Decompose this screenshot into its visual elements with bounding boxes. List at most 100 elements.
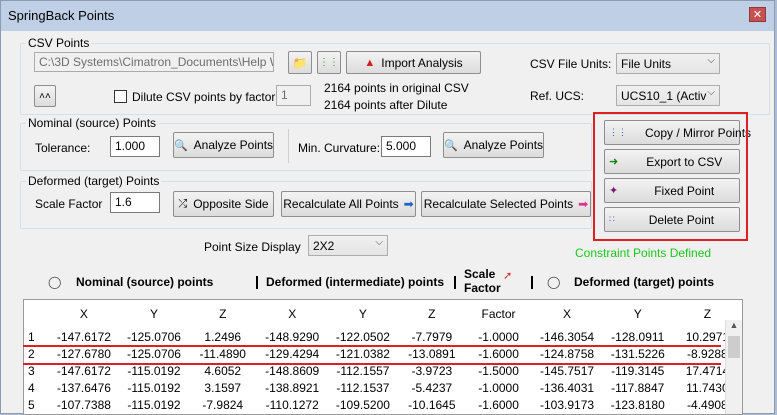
table-row[interactable]: 5 -107.7388 -115.0192 -7.9824 -110.1272 -109.…	[24, 396, 742, 413]
table-cell[interactable]: -11.4890	[189, 345, 257, 362]
table-cell[interactable]: 4	[24, 379, 49, 396]
tolerance-field[interactable]: 1.000	[110, 136, 160, 157]
column-header[interactable]: Y	[119, 300, 189, 328]
table-cell[interactable]: -117.8847	[603, 379, 673, 396]
table-cell[interactable]: -128.0911	[603, 328, 673, 345]
intermediate-section-header: Deformed (intermediate) points	[266, 275, 445, 289]
recalculate-selected-label: Recalculate Selected Points	[423, 197, 574, 211]
table-cell[interactable]: -10.1645	[398, 396, 466, 413]
table-cell[interactable]: -121.0382	[328, 345, 398, 362]
table-cell[interactable]: 3.1597	[189, 379, 257, 396]
point-size-select[interactable]: 2X2 ⌵	[308, 235, 388, 256]
springback-dialog: SpringBack Points ✕ CSV Points C:\3D Sys…	[0, 0, 775, 415]
table-cell[interactable]: -1.6000	[466, 345, 532, 362]
table-cell[interactable]: -122.0502	[328, 328, 398, 345]
column-header[interactable]: Z	[189, 300, 257, 328]
table-cell[interactable]: -136.4031	[531, 379, 602, 396]
window-title: SpringBack Points	[8, 8, 115, 23]
vertical-scrollbar[interactable]: ▲	[725, 320, 742, 414]
ref-ucs-select[interactable]: UCS10_1 (Activ ⌵	[616, 85, 720, 106]
scale-factor-label: Scale Factor	[35, 197, 103, 211]
header-separator	[256, 276, 258, 289]
min-curvature-field[interactable]: 5.000	[381, 136, 431, 157]
table-cell[interactable]: -137.6476	[49, 379, 119, 396]
csv-units-select[interactable]: File Units ⌵	[616, 53, 720, 74]
table-cell[interactable]: -131.5226	[603, 345, 673, 362]
table-cell[interactable]: -107.7388	[49, 396, 119, 413]
table-row[interactable]: 4 -137.6476 -115.0192 3.1597 -138.8921 -112.1…	[24, 379, 742, 396]
column-header[interactable]	[24, 300, 49, 328]
bulb-icon: ◯	[547, 275, 561, 289]
analyze-points-button[interactable]: 🔍 Analyze Points	[173, 132, 274, 158]
import-analysis-button[interactable]: ▲ Import Analysis	[346, 51, 481, 74]
column-header[interactable]: Factor	[466, 300, 532, 328]
column-header[interactable]: X	[49, 300, 119, 328]
magnifier-icon: 🔍	[173, 139, 188, 152]
table-cell[interactable]: -124.8758	[531, 345, 602, 362]
table-cell[interactable]: -123.8180	[603, 396, 673, 413]
constraint-status-text: Constraint Points Defined	[575, 246, 712, 260]
header-separator	[454, 276, 456, 289]
open-folder-button[interactable]: 📁	[288, 51, 312, 74]
row-highlight-line-bottom	[23, 363, 721, 365]
table-cell[interactable]: -147.6172	[49, 328, 119, 345]
table-cell[interactable]: -1.0000	[466, 379, 532, 396]
table-cell[interactable]: -129.4294	[257, 345, 328, 362]
table-cell[interactable]: 1.2496	[189, 328, 257, 345]
table-cell[interactable]: -125.0706	[119, 328, 189, 345]
dilute-label: Dilute CSV points by factor:	[132, 90, 279, 104]
table-cell[interactable]: -138.8921	[257, 379, 328, 396]
close-button[interactable]: ✕	[749, 7, 766, 22]
collapse-button[interactable]: ˄˄	[34, 85, 56, 107]
deformed-group-label: Deformed (target) Points	[26, 174, 162, 188]
table-cell[interactable]: -115.0192	[119, 379, 189, 396]
table-cell[interactable]: -109.5200	[328, 396, 398, 413]
column-header[interactable]: Y	[328, 300, 398, 328]
recalculate-selected-button[interactable]: Recalculate Selected Points ➡	[421, 191, 591, 217]
scroll-thumb[interactable]	[728, 336, 740, 358]
table-cell[interactable]: -5.4237	[398, 379, 466, 396]
points-table: X Y Z X Y Z Factor X Y Z 1 -147.6172 -125.0706 1.249…	[23, 299, 743, 415]
analyze-points-button-2[interactable]: 🔍 Analyze Points	[443, 132, 544, 158]
table-cell[interactable]: -112.1537	[328, 379, 398, 396]
scale-factor-field[interactable]: 1.6	[110, 192, 160, 213]
table-cell[interactable]: -125.0706	[119, 345, 189, 362]
table-cell[interactable]: -103.9173	[531, 396, 602, 413]
chevron-down-icon: ⌵	[707, 87, 715, 98]
min-curvature-label: Min. Curvature:	[298, 141, 381, 155]
table-row[interactable]: 1 -147.6172 -125.0706 1.2496 -148.9290 -122.0…	[24, 328, 742, 345]
table-cell[interactable]: 5	[24, 396, 49, 413]
table-cell[interactable]: 2	[24, 345, 49, 362]
after-dilute-text: 2164 points after Dilute	[324, 98, 448, 112]
point-size-label: Point Size Display	[204, 240, 301, 254]
table-cell[interactable]: -1.6000	[466, 396, 532, 413]
table-cell[interactable]: -1.0000	[466, 328, 532, 345]
table-cell[interactable]: -13.0891	[398, 345, 466, 362]
table-cell[interactable]: -148.9290	[257, 328, 328, 345]
table-cell[interactable]: -127.6780	[49, 345, 119, 362]
table-cell[interactable]: -7.9824	[189, 396, 257, 413]
points-options-button[interactable]: ⋮⋮	[317, 51, 341, 74]
opposite-side-label: Opposite Side	[193, 197, 269, 211]
scale-header-line2: Factor	[464, 281, 501, 295]
table-cell[interactable]: -146.3054	[531, 328, 602, 345]
column-header[interactable]: Y	[603, 300, 673, 328]
recalculate-all-button[interactable]: Recalculate All Points ➡	[281, 191, 416, 217]
table-cell[interactable]: 1	[24, 328, 49, 345]
opposite-side-button[interactable]: ⤮ Opposite Side	[173, 191, 274, 217]
scroll-up-icon[interactable]: ▲	[726, 320, 742, 336]
column-header[interactable]: X	[531, 300, 602, 328]
ref-ucs-label: Ref. UCS:	[530, 89, 585, 103]
analyze-points-label: Analyze Points	[193, 138, 274, 152]
arrow-right-pink-icon: ➡	[578, 197, 589, 211]
dilute-checkbox[interactable]	[114, 90, 127, 103]
table-cell[interactable]: -110.1272	[257, 396, 328, 413]
csv-path-field[interactable]: C:\3D Systems\Cimatron_Documents\Help Wo…	[34, 52, 274, 72]
column-header[interactable]: Z	[398, 300, 466, 328]
dilute-factor-field[interactable]: 1	[276, 85, 311, 106]
target-section-header: Deformed (target) points	[574, 275, 715, 289]
table-row[interactable]: 2 -127.6780 -125.0706 -11.4890 -129.4294 -121…	[24, 345, 742, 362]
column-header[interactable]: X	[257, 300, 328, 328]
table-cell[interactable]: -115.0192	[119, 396, 189, 413]
table-cell[interactable]: -7.7979	[398, 328, 466, 345]
